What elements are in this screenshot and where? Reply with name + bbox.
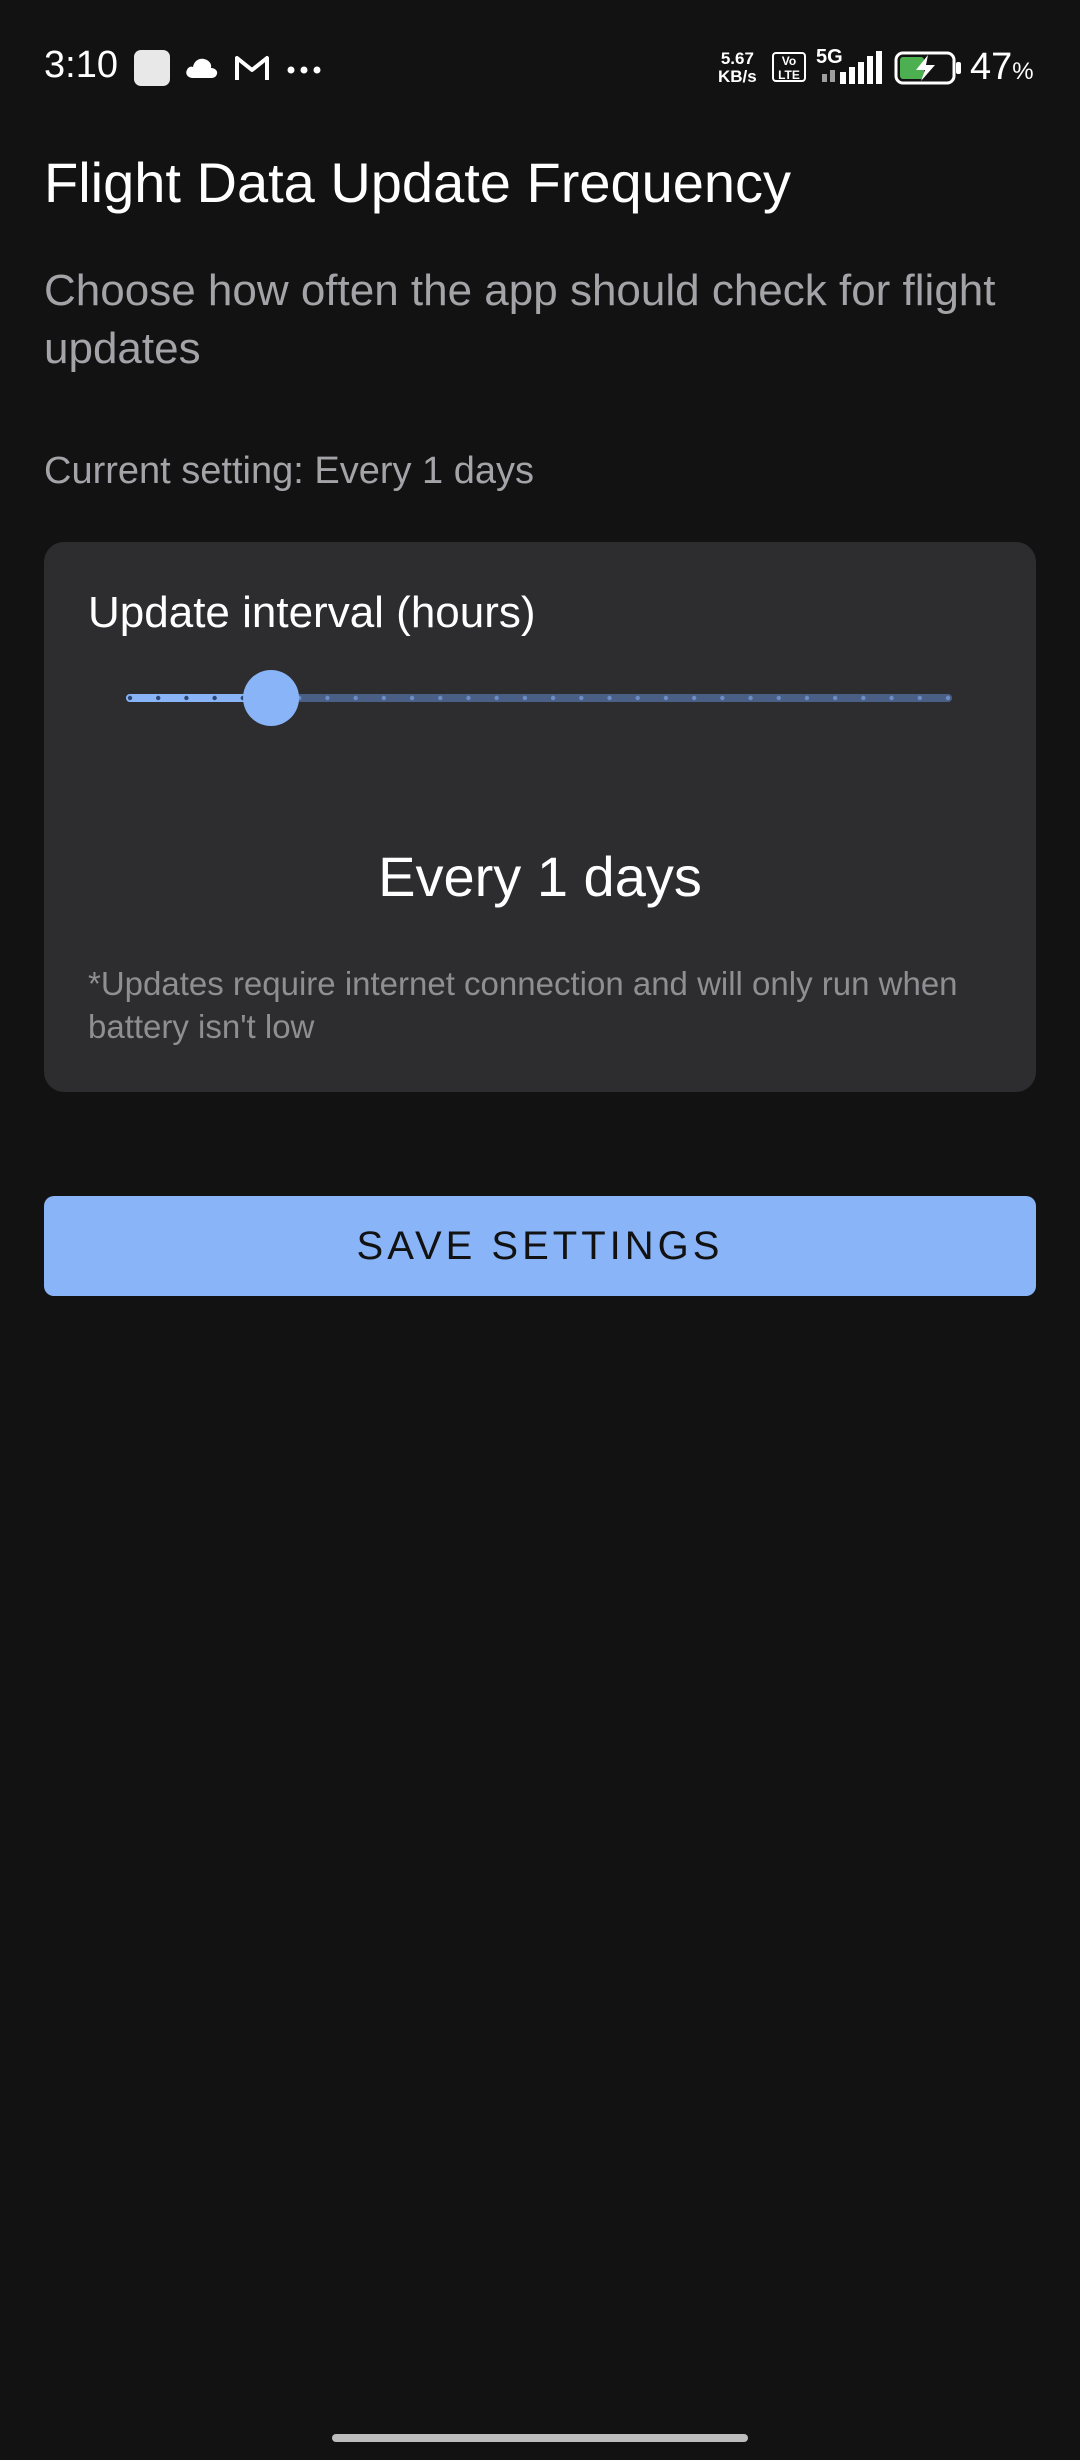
- status-time: 3:10: [44, 44, 118, 86]
- slider-tick: [466, 695, 471, 701]
- save-settings-button[interactable]: SAVE SETTINGS: [44, 1196, 1036, 1296]
- volte-bottom: LTE: [778, 68, 800, 82]
- gmail-icon: [234, 54, 270, 87]
- slider-tick: [832, 695, 838, 701]
- network-speed-value: 5.67: [720, 49, 754, 68]
- slider-tick: [156, 695, 161, 701]
- slider-thumb[interactable]: [243, 670, 300, 726]
- square-app-icon: [134, 50, 170, 86]
- slider-tick: [720, 695, 725, 701]
- slider-tick: [184, 695, 189, 701]
- page-subtitle: Choose how often the app should check fo…: [44, 266, 996, 373]
- slider-tick: [579, 695, 584, 701]
- update-interval-label: Update interval (hours): [88, 588, 536, 637]
- slider-tick: [522, 695, 528, 701]
- slider-tick: [353, 695, 358, 701]
- more-dots-icon: [286, 62, 322, 80]
- network-speed-unit: KB/s: [718, 67, 757, 86]
- update-interval-value: Every 1 days: [378, 845, 702, 908]
- slider-tick: [691, 695, 697, 701]
- slider-tick: [127, 695, 133, 701]
- slider-tick: [663, 695, 669, 701]
- cloud-icon: [184, 54, 220, 85]
- update-interval-slider[interactable]: [126, 666, 952, 730]
- network-speed: 5.67 KB/s: [718, 50, 757, 86]
- slider-tick: [635, 695, 640, 701]
- slider-tick: [804, 695, 810, 701]
- slider-tick: [438, 695, 443, 701]
- update-interval-card: Update interval (hours) Every 1 days *Up…: [44, 542, 1036, 1092]
- gesture-nav-handle[interactable]: [332, 2434, 748, 2442]
- slider-tick: [748, 695, 753, 701]
- signal-bars-icon: [822, 50, 882, 91]
- slider-tick: [945, 695, 951, 701]
- slider-tick: [212, 695, 217, 701]
- slider-tick: [607, 695, 612, 701]
- slider-tick: [381, 695, 387, 701]
- slider-tick: [325, 695, 330, 701]
- battery-percent-sign: %: [1012, 58, 1034, 85]
- slider-tick: [861, 695, 866, 701]
- slider-tick: [550, 695, 556, 701]
- volte-top: Vo: [781, 54, 797, 68]
- battery-charging-icon: [894, 50, 964, 91]
- slider-tick: [889, 695, 894, 701]
- battery-percent: 47%: [970, 46, 1034, 89]
- page-title: Flight Data Update Frequency: [44, 151, 792, 214]
- slider-tick: [917, 695, 922, 701]
- slider-tick: [409, 695, 415, 701]
- update-interval-note: *Updates require internet connection and…: [88, 965, 958, 1045]
- battery-percent-value: 47: [970, 46, 1013, 88]
- slider-tick: [776, 695, 781, 701]
- slider-tick: [494, 695, 499, 701]
- current-setting-text: Current setting: Every 1 days: [44, 450, 534, 492]
- status-bar: 3:10 5.67 KB/s Vo LTE 5G 47%: [0, 0, 1080, 130]
- volte-badge: Vo LTE: [772, 52, 806, 82]
